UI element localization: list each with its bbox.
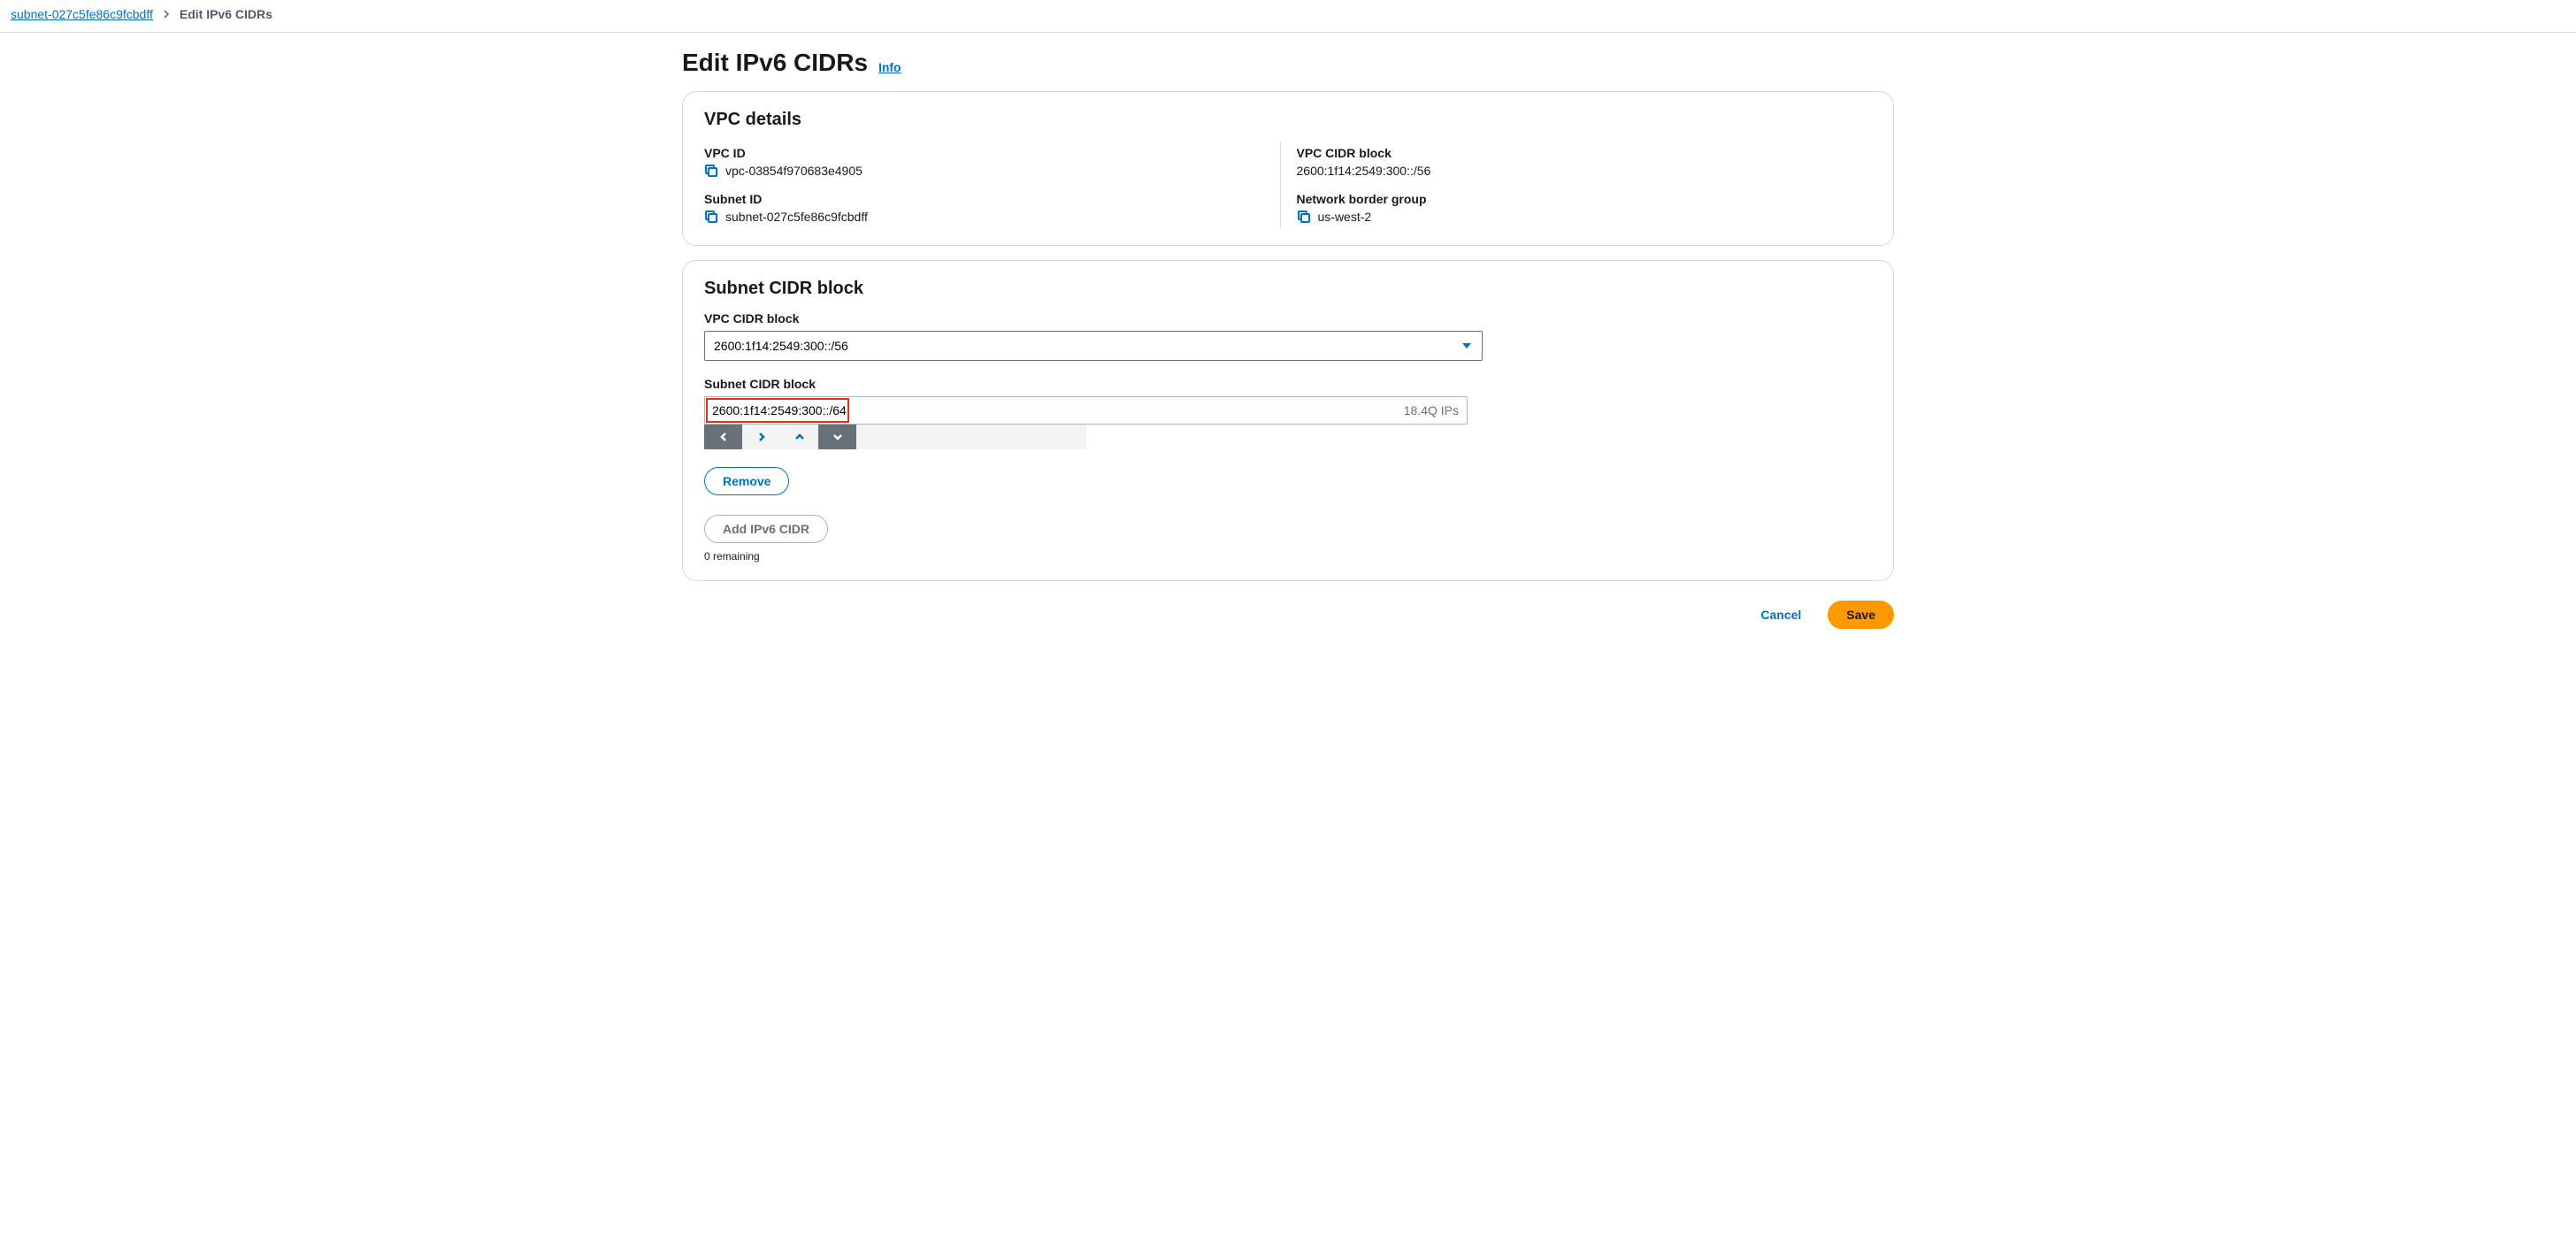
vpc-details-heading: VPC details <box>704 110 1872 130</box>
stepper-up-button[interactable] <box>780 425 818 449</box>
cancel-button[interactable]: Cancel <box>1743 601 1819 629</box>
breadcrumb-subnet-link[interactable]: subnet-027c5fe86c9fcbdff <box>11 7 153 21</box>
vpc-cidr-label: VPC CIDR block <box>1297 146 1873 160</box>
vpc-cidr-select[interactable]: 2600:1f14:2549:300::/56 <box>704 331 1483 361</box>
page-content: Edit IPv6 CIDRs Info VPC details VPC ID … <box>682 33 1894 664</box>
copy-icon[interactable] <box>704 164 718 178</box>
footer-actions: Cancel Save <box>682 601 1894 629</box>
copy-icon[interactable] <box>704 210 718 224</box>
nbg-label: Network border group <box>1297 192 1873 206</box>
vpc-id-value: vpc-03854f970683e4905 <box>725 164 862 178</box>
nbg-value: us-west-2 <box>1318 210 1372 224</box>
subnet-id-value: subnet-027c5fe86c9fcbdff <box>725 210 868 224</box>
chevron-right-icon <box>162 7 171 21</box>
subnet-cidr-input-label: Subnet CIDR block <box>704 377 1872 391</box>
vpc-details-panel: VPC details VPC ID vpc-03854f970683e4905… <box>682 91 1894 246</box>
chevron-left-icon <box>718 432 729 442</box>
remove-button[interactable]: Remove <box>704 467 789 495</box>
info-link[interactable]: Info <box>878 60 901 74</box>
stepper-right-button[interactable] <box>742 425 780 449</box>
stepper-down-button[interactable] <box>818 425 856 449</box>
vpc-id-label: VPC ID <box>704 146 1280 160</box>
vpc-cidr-value: 2600:1f14:2549:300::/56 <box>1297 164 1431 178</box>
subnet-cidr-heading: Subnet CIDR block <box>704 279 1872 299</box>
vpc-cidr-select-label: VPC CIDR block <box>704 311 1872 325</box>
page-header: Edit IPv6 CIDRs Info <box>682 49 1894 77</box>
page-title: Edit IPv6 CIDRs <box>682 49 868 76</box>
breadcrumb: subnet-027c5fe86c9fcbdff Edit IPv6 CIDRs <box>0 0 2576 33</box>
add-ipv6-cidr-button: Add IPv6 CIDR <box>704 515 828 543</box>
ip-count: 18.4Q IPs <box>1404 403 1459 417</box>
copy-icon[interactable] <box>1297 210 1311 224</box>
chevron-right-icon <box>756 432 767 442</box>
subnet-id-label: Subnet ID <box>704 192 1280 206</box>
remaining-text: 0 remaining <box>704 550 1872 563</box>
chevron-up-icon <box>794 432 805 442</box>
stepper-left-button[interactable] <box>704 425 742 449</box>
chevron-down-icon <box>832 432 843 442</box>
subnet-cidr-panel: Subnet CIDR block VPC CIDR block 2600:1f… <box>682 260 1894 581</box>
cidr-stepper <box>704 425 1086 449</box>
breadcrumb-current: Edit IPv6 CIDRs <box>180 7 272 21</box>
save-button[interactable]: Save <box>1828 601 1894 629</box>
subnet-cidr-input[interactable] <box>704 396 1468 425</box>
